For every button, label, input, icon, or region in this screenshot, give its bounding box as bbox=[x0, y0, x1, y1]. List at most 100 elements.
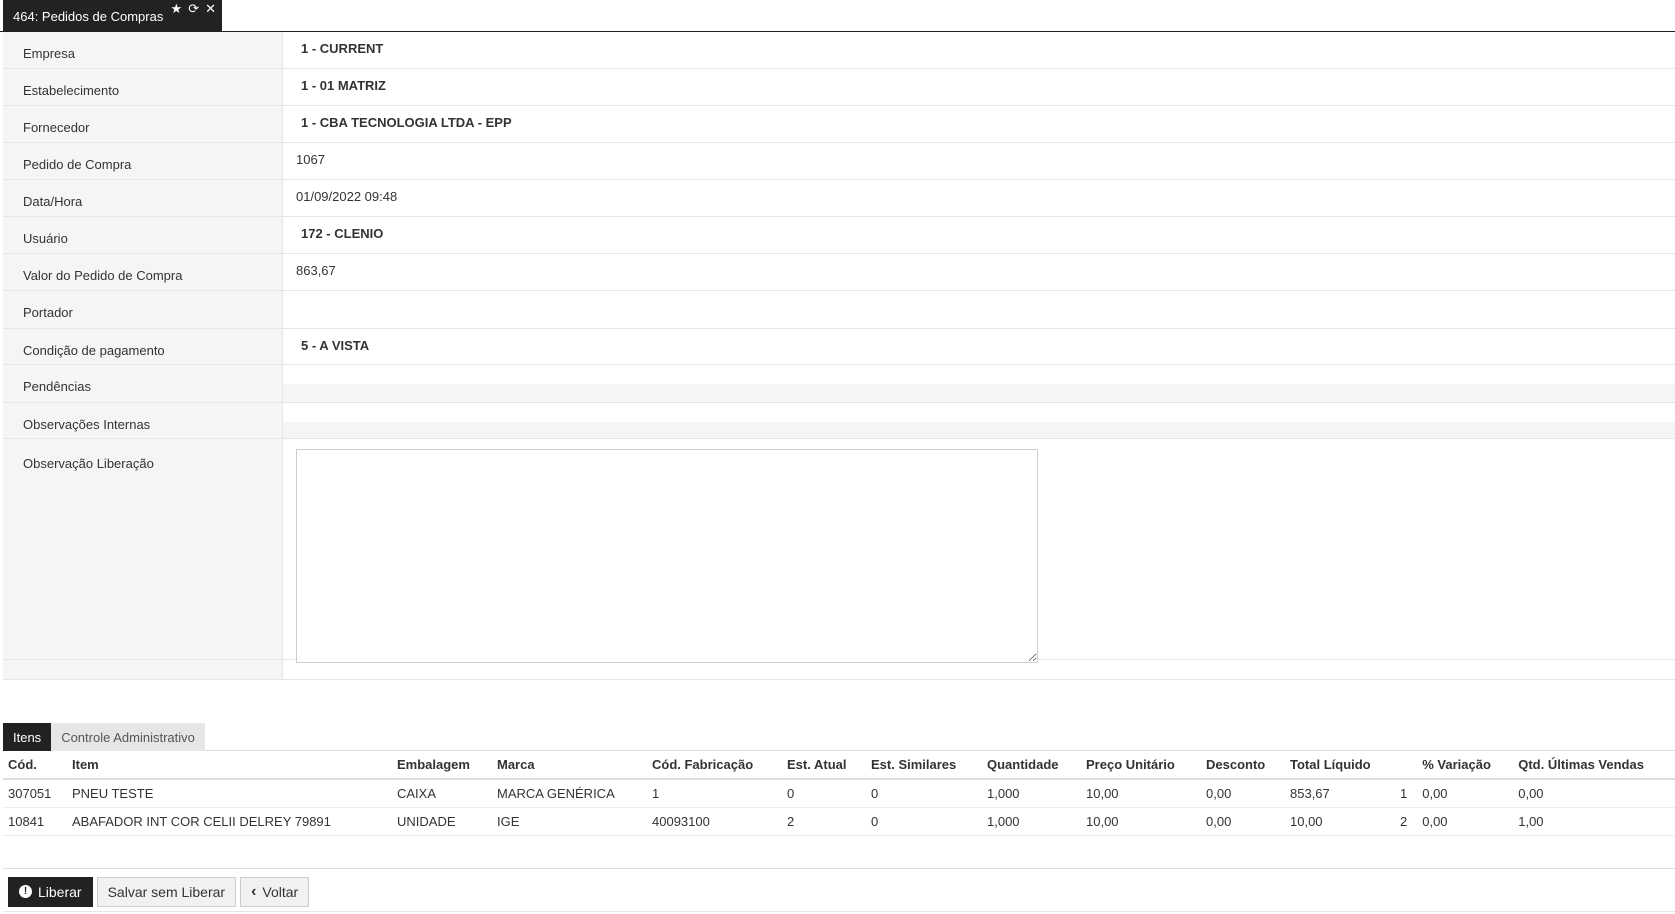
cell-cod-fabricacao: 1 bbox=[647, 779, 782, 808]
label-obs-internas: Observações Internas bbox=[3, 403, 283, 438]
col-item[interactable]: Item bbox=[67, 751, 392, 780]
row-portador: Portador bbox=[3, 291, 1675, 329]
col-marca[interactable]: Marca bbox=[492, 751, 647, 780]
row-pendencias: Pendências bbox=[3, 365, 1675, 403]
row-obs-liberacao: Observação Liberação bbox=[3, 439, 1675, 663]
tab-itens[interactable]: Itens bbox=[3, 723, 52, 751]
order-form: Empresa 1 - CURRENT Estabelecimento 1 - … bbox=[3, 32, 1675, 680]
col-quantidade[interactable]: Quantidade bbox=[982, 751, 1081, 780]
row-estabelecimento: Estabelecimento 1 - 01 MATRIZ bbox=[3, 69, 1675, 106]
table-header-row: Cód. Item Embalagem Marca Cód. Fabricaçã… bbox=[3, 751, 1675, 780]
cell-total-liquido: 853,67 bbox=[1285, 779, 1395, 808]
salvar-label: Salvar sem Liberar bbox=[107, 883, 226, 900]
app-window: 464: Pedidos de Compras ★ ⟳ ✕ Empresa 1 … bbox=[0, 0, 1675, 914]
items-table: Cód. Item Embalagem Marca Cód. Fabricaçã… bbox=[3, 751, 1675, 836]
cell-embalagem: UNIDADE bbox=[392, 807, 492, 836]
col-cod[interactable]: Cód. bbox=[3, 751, 67, 780]
liberar-label: Liberar bbox=[38, 883, 82, 900]
value-empresa: 1 - CURRENT bbox=[301, 41, 384, 56]
cell-est-similares: 0 bbox=[866, 779, 982, 808]
cell-qtd-ultimas-vendas: 0,00 bbox=[1513, 779, 1675, 808]
col-qtd-ultimas-vendas[interactable]: Qtd. Últimas Vendas bbox=[1513, 751, 1675, 780]
cell-quantidade: 1,000 bbox=[982, 807, 1081, 836]
cell-marca: MARCA GENÉRICA bbox=[492, 779, 647, 808]
obs-liberacao-textarea[interactable] bbox=[296, 449, 1038, 663]
cell-est-atual: 2 bbox=[782, 807, 866, 836]
label-obs-liberacao: Observação Liberação bbox=[3, 439, 283, 659]
row-empresa: Empresa 1 - CURRENT bbox=[3, 32, 1675, 69]
label-condicao: Condição de pagamento bbox=[3, 329, 283, 364]
chevron-left-icon: ‹ bbox=[251, 882, 257, 900]
cell-est-similares: 0 bbox=[866, 807, 982, 836]
voltar-label: Voltar bbox=[262, 883, 299, 900]
label-pendencias: Pendências bbox=[3, 365, 283, 402]
col-desconto[interactable]: Desconto bbox=[1201, 751, 1285, 780]
row-obs-internas: Observações Internas bbox=[3, 403, 1675, 439]
tab-bar: Itens Controle Administrativo bbox=[3, 723, 1675, 751]
value-obs-internas bbox=[283, 403, 1675, 438]
window-tab[interactable]: 464: Pedidos de Compras ★ ⟳ ✕ bbox=[3, 0, 222, 31]
cell-est-atual: 0 bbox=[782, 779, 866, 808]
col-embalagem[interactable]: Embalagem bbox=[392, 751, 492, 780]
tab-controle-administrativo[interactable]: Controle Administrativo bbox=[51, 723, 205, 751]
row-valor: Valor do Pedido de Compra 863,67 bbox=[3, 254, 1675, 291]
cell-embalagem: CAIXA bbox=[392, 779, 492, 808]
table-row[interactable]: 10841 ABAFADOR INT COR CELII DELREY 7989… bbox=[3, 807, 1675, 836]
cell-preco-unitario: 10,00 bbox=[1081, 779, 1201, 808]
col-total-liquido[interactable]: Total Líquido bbox=[1285, 751, 1395, 780]
cell-variacao: 0,00 bbox=[1417, 807, 1514, 836]
spacer-value bbox=[283, 660, 1675, 679]
cell-marca: IGE bbox=[492, 807, 647, 836]
value-condicao: 5 - A VISTA bbox=[301, 338, 370, 353]
value-portador bbox=[283, 291, 1675, 328]
label-empresa: Empresa bbox=[3, 32, 283, 68]
value-pendencias bbox=[283, 365, 1675, 402]
label-valor: Valor do Pedido de Compra bbox=[3, 254, 283, 290]
value-obs-liberacao-container bbox=[283, 439, 1675, 663]
salvar-sem-liberar-button[interactable]: Salvar sem Liberar bbox=[96, 876, 237, 907]
row-spacer bbox=[3, 660, 1675, 680]
title-bar: 464: Pedidos de Compras ★ ⟳ ✕ bbox=[0, 0, 1675, 32]
close-icon[interactable]: ✕ bbox=[205, 2, 216, 15]
row-condicao: Condição de pagamento 5 - A VISTA bbox=[3, 329, 1675, 365]
cell-seq: 2 bbox=[1395, 807, 1418, 836]
cell-item: PNEU TESTE bbox=[67, 779, 392, 808]
voltar-button[interactable]: ‹ Voltar bbox=[240, 876, 310, 907]
label-usuario: Usuário bbox=[3, 217, 283, 253]
cell-item: ABAFADOR INT COR CELII DELREY 79891 bbox=[67, 807, 392, 836]
value-fornecedor: 1 - CBA TECNOLOGIA LTDA - EPP bbox=[301, 115, 512, 130]
cell-cod: 307051 bbox=[3, 779, 67, 808]
value-pedido: 1067 bbox=[296, 152, 325, 167]
label-datahora: Data/Hora bbox=[3, 180, 283, 216]
row-usuario: Usuário 172 - CLENIO bbox=[3, 217, 1675, 254]
exclamation-icon: ! bbox=[19, 885, 32, 898]
cell-total-liquido: 10,00 bbox=[1285, 807, 1395, 836]
window-title: 464: Pedidos de Compras bbox=[13, 9, 164, 24]
col-est-similares[interactable]: Est. Similares bbox=[866, 751, 982, 780]
cell-cod: 10841 bbox=[3, 807, 67, 836]
cell-desconto: 0,00 bbox=[1201, 807, 1285, 836]
col-preco-unitario[interactable]: Preço Unitário bbox=[1081, 751, 1201, 780]
row-pedido: Pedido de Compra 1067 bbox=[3, 143, 1675, 180]
value-usuario: 172 - CLENIO bbox=[301, 226, 384, 241]
row-fornecedor: Fornecedor 1 - CBA TECNOLOGIA LTDA - EPP bbox=[3, 106, 1675, 143]
cell-qtd-ultimas-vendas: 1,00 bbox=[1513, 807, 1675, 836]
col-cod-fabricacao[interactable]: Cód. Fabricação bbox=[647, 751, 782, 780]
table-row[interactable]: 307051 PNEU TESTE CAIXA MARCA GENÉRICA 1… bbox=[3, 779, 1675, 808]
row-datahora: Data/Hora 01/09/2022 09:48 bbox=[3, 180, 1675, 217]
label-fornecedor: Fornecedor bbox=[3, 106, 283, 142]
label-pedido: Pedido de Compra bbox=[3, 143, 283, 179]
star-icon[interactable]: ★ bbox=[171, 2, 183, 15]
liberar-button[interactable]: ! Liberar bbox=[8, 876, 93, 907]
label-portador: Portador bbox=[3, 291, 283, 328]
col-variacao[interactable]: % Variação bbox=[1417, 751, 1514, 780]
label-estabelecimento: Estabelecimento bbox=[3, 69, 283, 105]
bottom-divider bbox=[3, 911, 1675, 912]
cell-quantidade: 1,000 bbox=[982, 779, 1081, 808]
spacer-label bbox=[3, 660, 283, 679]
cell-cod-fabricacao: 40093100 bbox=[647, 807, 782, 836]
refresh-icon[interactable]: ⟳ bbox=[188, 2, 199, 15]
cell-variacao: 0,00 bbox=[1417, 779, 1514, 808]
value-datahora: 01/09/2022 09:48 bbox=[296, 189, 398, 204]
col-est-atual[interactable]: Est. Atual bbox=[782, 751, 866, 780]
